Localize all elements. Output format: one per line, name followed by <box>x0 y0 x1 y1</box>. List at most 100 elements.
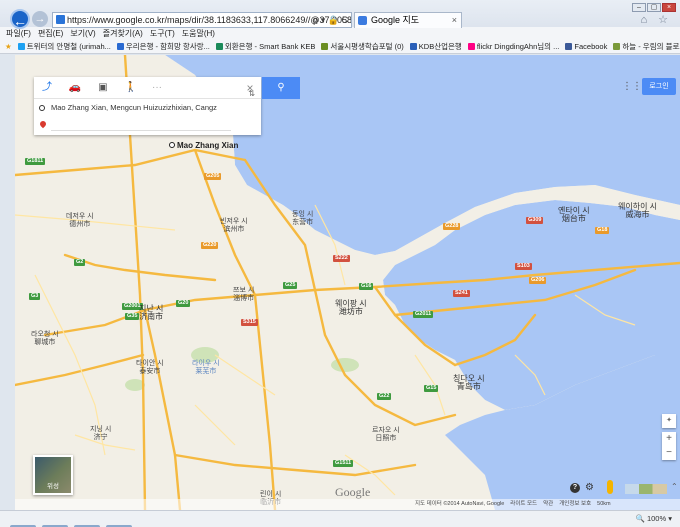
expand-icon[interactable]: ⌃ <box>671 482 678 491</box>
highway-shield: G35 <box>125 313 140 320</box>
google-maps-favicon-icon <box>358 16 367 25</box>
zoom-level[interactable]: 🔍 100% ▾ <box>636 514 672 523</box>
favorites-bar: ★ 트위터의 안명철 (urimah... 우리은행 - 함희망 항사랑... 외환은… <box>0 40 680 54</box>
destination-field[interactable] <box>51 121 231 131</box>
favorite-label: 서울시평생학습포털 (0) <box>330 42 404 51</box>
help-icon[interactable]: ? <box>570 483 580 493</box>
city-label: 라이우 시 莱芜市 <box>192 360 220 375</box>
highway-shield: S241 <box>453 290 470 297</box>
origin-row[interactable]: Mao Zhang Xian, Mengcun Huizuzizhixian, … <box>34 99 261 117</box>
zoom-out-button[interactable]: − <box>662 446 676 460</box>
drive-icon[interactable]: ⤴ <box>39 80 55 96</box>
highway-shield: G1811 <box>25 158 46 165</box>
favorite-site-icon <box>565 43 573 50</box>
origin-marker[interactable]: Mao Zhang Xian <box>169 141 238 150</box>
menu-item[interactable]: 보기(V) <box>70 29 95 38</box>
highway-shield: G22 <box>377 393 392 400</box>
city-label: 동잉 시 东营市 <box>292 211 314 226</box>
menu-item[interactable]: 도구(T) <box>150 29 175 38</box>
highway-shield: G2011 <box>413 311 434 318</box>
back-button[interactable]: ← <box>10 9 30 29</box>
city-label: 지닝 시 济宁 <box>90 426 112 441</box>
highway-shield: G15 <box>424 385 439 392</box>
walk-icon[interactable]: 🚶 <box>123 80 139 96</box>
city-label: 웨이팡 시 潍坊市 <box>335 299 367 316</box>
forward-arrow-icon: → <box>34 13 46 25</box>
origin-circle-icon <box>39 105 45 111</box>
site-icon <box>56 15 65 24</box>
address-controls[interactable]: ρ ▾ 🔒 C <box>313 13 348 27</box>
attribution-item[interactable]: 개인정보 보호 <box>559 501 591 507</box>
favorite-link[interactable]: 외환은행 - Smart Bank KEB <box>215 42 316 51</box>
favorite-link[interactable]: Facebook <box>565 42 607 51</box>
city-label: 칭다오 시 青岛市 <box>453 374 485 391</box>
favorite-label: Facebook <box>574 42 608 51</box>
window-close-icon[interactable]: × <box>662 3 676 12</box>
favorite-link[interactable]: 하늘 - 우림의 블로그 - 산... <box>613 42 680 51</box>
favorite-label: 트위터의 안명철 (urimah... <box>26 42 111 51</box>
car-icon[interactable]: 🚗 <box>67 80 83 96</box>
city-label: 라오청 시 聊城市 <box>31 331 59 346</box>
attribution-item[interactable]: 약관 <box>543 501 553 507</box>
pegman-icon[interactable] <box>607 480 613 494</box>
menu-item[interactable]: 편집(E) <box>38 29 63 38</box>
map-canvas[interactable]: G1811 G3 G18 G205 S222 G2 G20 G2001 G35 … <box>15 55 680 510</box>
address-bar[interactable]: https://www.google.co.kr/maps/dir/38.118… <box>52 12 352 28</box>
status-bar: 🔍 100% ▾ <box>0 510 680 527</box>
favorites-star-icon[interactable]: ★ <box>5 42 12 51</box>
city-label: 빈저우 시 滨州市 <box>220 218 248 233</box>
origin-marker-label: Mao Zhang Xian <box>177 141 239 150</box>
menu-item[interactable]: 도움말(H) <box>182 29 215 38</box>
zoom-in-button[interactable]: + <box>662 432 676 446</box>
login-button[interactable]: 로그인 <box>642 78 676 95</box>
map-attribution: 지도 데이터 ©2014 AutoNavi, Google 라이트 모드 약관 개인정… <box>15 499 680 510</box>
minimize-icon[interactable]: ‒ <box>632 3 646 12</box>
more-modes-icon[interactable]: ··· <box>149 80 165 96</box>
transit-icon[interactable]: ▣ <box>95 80 111 96</box>
highway-shield: G309 <box>526 217 544 224</box>
highway-shield: G2 <box>74 259 86 266</box>
satellite-toggle[interactable]: 위성 <box>33 455 73 495</box>
layer-thumbnails[interactable] <box>625 484 667 494</box>
city-label: 지난 시 济南市 <box>139 304 164 321</box>
compass-icon[interactable]: ✦ <box>662 414 676 428</box>
origin-field[interactable]: Mao Zhang Xian, Mengcun Huizuzizhixian, … <box>51 103 217 112</box>
highway-shield: S315 <box>241 319 258 326</box>
favorite-link[interactable]: 우리은행 - 함희망 항사랑... <box>116 42 210 51</box>
menu-item[interactable]: 즐겨찾기(A) <box>103 29 143 38</box>
favorite-site-icon <box>215 43 223 50</box>
favorite-label: 외환은행 - Smart Bank KEB <box>224 42 316 51</box>
menu-bar: 파일(F) 편집(E) 보기(V) 즐겨찾기(A) 도구(T) 도움말(H) <box>0 28 680 40</box>
favorite-link[interactable]: flickr DingdingAhn님의 ... <box>467 42 559 51</box>
city-label: 르자오 시 日照市 <box>372 427 400 442</box>
favorite-site-icon <box>321 43 329 50</box>
forward-button[interactable]: → <box>32 11 48 27</box>
maximize-icon[interactable]: ▢ <box>647 3 661 12</box>
menu-item[interactable]: 파일(F) <box>6 29 31 38</box>
attribution-item[interactable]: 라이트 모드 <box>510 501 537 507</box>
destination-row[interactable] <box>34 117 261 135</box>
tab-title: Google 지도 <box>371 15 420 25</box>
back-arrow-icon: ← <box>13 13 27 29</box>
city-label: 웨이하이 시 威海市 <box>618 202 658 219</box>
favorite-site-icon <box>17 43 25 50</box>
settings-icon[interactable]: ⚙ <box>585 482 594 493</box>
favorite-label: 하늘 - 우림의 블로그 - 산... <box>622 42 680 51</box>
address-url[interactable]: https://www.google.co.kr/maps/dir/38.118… <box>67 15 351 25</box>
favorite-link[interactable]: KDB산업은행 <box>409 42 462 51</box>
search-button[interactable]: ⚲ <box>262 77 300 99</box>
highway-shield: G220 <box>201 242 219 249</box>
highway-shield: S222 <box>333 255 350 262</box>
swap-icon[interactable]: ⇅ <box>248 89 255 98</box>
tab-close-icon[interactable]: × <box>452 13 457 28</box>
city-label: 데저우 시 德州市 <box>66 213 94 228</box>
highway-shield: G1511 <box>333 460 354 467</box>
favorite-link[interactable]: 서울시평생학습포털 (0) <box>321 42 404 51</box>
apps-grid-icon[interactable]: ⋮⋮⋮ <box>622 81 652 93</box>
home-favorites-icons[interactable]: ⌂ ☆ <box>640 13 672 26</box>
highway-shield: S103 <box>515 263 532 270</box>
search-icon: ⚲ <box>277 82 285 93</box>
tab-google-maps[interactable]: Google 지도 × <box>354 12 462 28</box>
favorite-link[interactable]: 트위터의 안명철 (urimah... <box>17 42 111 51</box>
travel-mode-bar: ⤴ 🚗 ▣ 🚶 ··· × ⚲ <box>34 77 300 99</box>
